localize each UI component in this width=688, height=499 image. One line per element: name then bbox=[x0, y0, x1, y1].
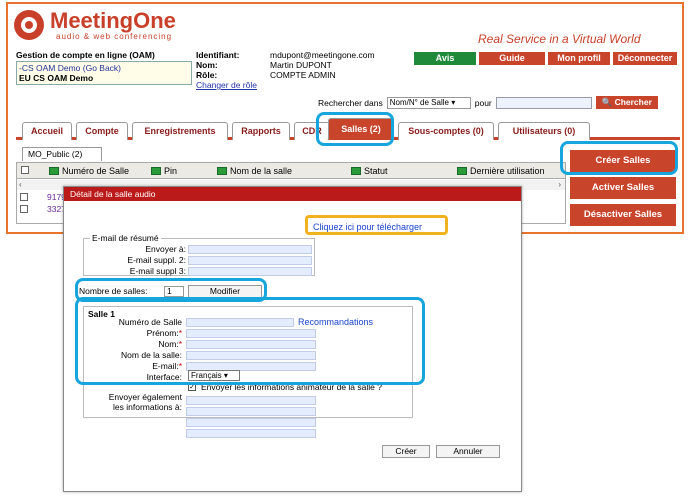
avis-button[interactable]: Avis bbox=[414, 52, 476, 65]
name-label: Nom: bbox=[196, 60, 218, 70]
highlight-salles-tab bbox=[316, 112, 394, 146]
scroll-left-icon[interactable]: ‹ bbox=[19, 180, 22, 189]
id-value: mdupont@meetingone.com bbox=[270, 50, 375, 60]
meetingone-logo: MeetingOne audio & web conferencing bbox=[14, 10, 194, 44]
tab-rapports[interactable]: Rapports bbox=[232, 122, 290, 140]
tab-utilisateurs[interactable]: Utilisateurs (0) bbox=[498, 122, 590, 140]
identity-values: mdupont@meetingone.com Martin DUPONT COM… bbox=[270, 50, 375, 80]
col-room-name-label: Nom de la salle bbox=[230, 166, 293, 176]
col-pin-label: Pin bbox=[164, 166, 178, 176]
col-last-used[interactable]: Dernière utilisation bbox=[457, 166, 545, 176]
column-icon bbox=[49, 167, 59, 175]
account-panel: Gestion de compte en ligne (OAM) -CS OAM… bbox=[16, 50, 192, 85]
search-pour-label: pour bbox=[474, 97, 492, 108]
column-icon bbox=[351, 167, 361, 175]
search-button[interactable]: 🔍 Chercher bbox=[595, 96, 658, 109]
deactivate-rooms-button[interactable]: Désactiver Salles bbox=[570, 204, 676, 226]
brand-subtitle: audio & web conferencing bbox=[56, 32, 173, 41]
role-value: COMPTE ADMIN bbox=[270, 70, 336, 80]
also-send-input-3[interactable] bbox=[186, 418, 316, 427]
top-buttons: Avis Guide Mon profil Déconnecter bbox=[414, 52, 677, 65]
table-header: Numéro de Salle Pin Nom de la salle Stat… bbox=[17, 163, 565, 179]
change-role-link[interactable]: Changer de rôle bbox=[196, 80, 257, 90]
col-room-number[interactable]: Numéro de Salle bbox=[49, 166, 129, 176]
column-icon bbox=[217, 167, 227, 175]
summary-email-fieldset: E-mail de résumé Envoyer à: E-mail suppl… bbox=[83, 233, 315, 276]
search-button-label: Chercher bbox=[614, 97, 652, 107]
id-label: Identifiant: bbox=[196, 50, 240, 60]
role-label: Rôle: bbox=[196, 70, 218, 80]
search-icon: 🔍 bbox=[601, 97, 613, 107]
column-icon bbox=[151, 167, 161, 175]
create-button[interactable]: Créer bbox=[382, 445, 430, 458]
tab-sous-comptes[interactable]: Sous-comptes (0) bbox=[398, 122, 494, 140]
activate-rooms-button[interactable]: Activer Salles bbox=[570, 177, 676, 199]
scroll-right-icon[interactable]: › bbox=[558, 180, 561, 189]
row-checkbox[interactable] bbox=[20, 193, 28, 201]
account-box: -CS OAM Demo (Go Back) EU CS OAM Demo bbox=[16, 61, 192, 85]
email2-input[interactable] bbox=[188, 256, 312, 265]
highlight-download-link bbox=[305, 215, 448, 235]
email3-label: E-mail suppl 3: bbox=[129, 266, 186, 276]
account-go-back-link[interactable]: -CS OAM Demo (Go Back) bbox=[19, 63, 189, 73]
profile-button[interactable]: Mon profil bbox=[548, 52, 610, 65]
logo-mark-icon bbox=[14, 10, 44, 40]
col-room-number-label: Numéro de Salle bbox=[62, 166, 130, 176]
highlight-create-rooms bbox=[560, 141, 678, 175]
summary-email-legend: E-mail de résumé bbox=[90, 233, 161, 243]
logout-button[interactable]: Déconnecter bbox=[613, 52, 677, 65]
row-checkbox[interactable] bbox=[20, 205, 28, 213]
col-room-name[interactable]: Nom de la salle bbox=[217, 166, 292, 176]
dialog-title: Détail de la salle audio bbox=[64, 187, 521, 201]
search-label: Rechercher dans bbox=[318, 97, 383, 108]
send-to-input[interactable] bbox=[188, 245, 312, 254]
brand-name: MeetingOne bbox=[50, 8, 176, 33]
account-current: EU CS OAM Demo bbox=[19, 73, 94, 83]
cancel-button[interactable]: Annuler bbox=[436, 445, 500, 458]
email2-label: E-mail suppl. 2: bbox=[127, 255, 186, 265]
search-field-select[interactable]: Nom/N° de Salle ▾ bbox=[386, 96, 471, 109]
col-status-label: Statut bbox=[364, 166, 388, 176]
tagline: Real Service in a Virtual World bbox=[478, 32, 641, 46]
highlight-room-details bbox=[75, 297, 425, 385]
select-all-checkbox[interactable] bbox=[21, 166, 29, 174]
guide-button[interactable]: Guide bbox=[479, 52, 545, 65]
identity-labels: Identifiant: Nom: Rôle: Changer de rôle bbox=[196, 50, 257, 90]
send-to-label: Envoyer à: bbox=[145, 244, 186, 254]
also-send-input-2[interactable] bbox=[186, 407, 316, 416]
tab-accueil[interactable]: Accueil bbox=[22, 122, 72, 140]
account-title: Gestion de compte en ligne (OAM) bbox=[16, 50, 155, 60]
subtab-mo-public[interactable]: MO_Public (2) bbox=[22, 147, 102, 161]
search-bar: Rechercher dans Nom/N° de Salle ▾ pour 🔍… bbox=[318, 96, 658, 109]
tab-enregistrements[interactable]: Enregistrements bbox=[132, 122, 228, 140]
search-field-value: Nom/N° de Salle bbox=[389, 97, 449, 107]
email3-input[interactable] bbox=[188, 267, 312, 276]
col-last-used-label: Dernière utilisation bbox=[470, 166, 545, 176]
col-pin[interactable]: Pin bbox=[151, 166, 177, 176]
column-icon bbox=[457, 167, 467, 175]
col-status[interactable]: Statut bbox=[351, 166, 388, 176]
also-send-input-1[interactable] bbox=[186, 396, 316, 405]
name-value: Martin DUPONT bbox=[270, 60, 332, 70]
also-send-label-2: les informations à: bbox=[113, 402, 182, 412]
also-send-label-1: Envoyer également bbox=[108, 392, 182, 402]
also-send-input-4[interactable] bbox=[186, 429, 316, 438]
tab-compte[interactable]: Compte bbox=[76, 122, 128, 140]
search-input[interactable] bbox=[495, 96, 592, 109]
